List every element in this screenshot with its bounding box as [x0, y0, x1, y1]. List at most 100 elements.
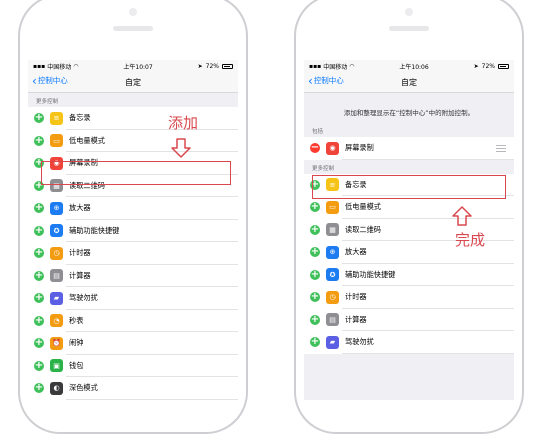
control-row-battery[interactable]: + ▭ 低电量模式 — [304, 196, 514, 219]
front-camera — [405, 8, 413, 16]
control-label: 放大器 — [345, 247, 367, 257]
back-label: 控制中心 — [313, 76, 344, 85]
section-header-include: 包括 — [312, 129, 324, 135]
calculator-icon: ▤ — [50, 269, 63, 283]
description-text: 添加和整理显示在“控制中心”中的附加控制。 — [343, 109, 475, 117]
add-button[interactable]: + — [310, 269, 320, 280]
highlight-box-screen-record-right — [312, 175, 506, 199]
control-row-magnifier[interactable]: + ⊕ 放大器 — [28, 197, 238, 220]
more-controls-list: + ≡ 备忘录 + ▭ 低电量模式 + ▦ 读取二维码 + ⊕ 放大器 + ✪ 辅助功能快捷键 + ◷ 计时器 + ▤… — [304, 173, 514, 354]
add-button[interactable]: + — [34, 293, 44, 304]
status-bar: ▪▪▪ 中国移动 ◠ 上午10:07 ➤ 72% — [28, 60, 238, 72]
control-label: 放大器 — [69, 203, 91, 213]
magnifier-icon: ⊕ — [326, 245, 339, 259]
section-header-more: 更多控制 — [312, 165, 335, 172]
wallet-icon: ▣ — [50, 359, 63, 373]
battery-icon — [497, 63, 509, 69]
notes-icon: ≡ — [50, 111, 63, 125]
carrier-label: 中国移动 — [47, 63, 72, 71]
add-button[interactable]: + — [34, 225, 44, 236]
back-button[interactable]: ‹ 控制中心 — [32, 75, 68, 87]
add-button[interactable]: + — [310, 247, 320, 258]
chevron-left-icon: ‹ — [308, 73, 313, 88]
control-label: 计时器 — [69, 248, 91, 258]
earpiece-speaker — [389, 26, 429, 31]
add-button[interactable]: + — [34, 315, 44, 326]
control-row-accessibility[interactable]: + ✪ 辅助功能快捷键 — [304, 263, 514, 286]
add-button[interactable]: + — [34, 135, 44, 146]
left-screen: ▪▪▪ 中国移动 ◠ 上午10:07 ➤ 72% ‹ 控制中心 自定 更多控制 … — [28, 60, 238, 400]
control-row-accessibility[interactable]: + ✪ 辅助功能快捷键 — [28, 219, 238, 242]
back-button[interactable]: ‹ 控制中心 — [308, 73, 344, 88]
control-label: 驾驶勿扰 — [345, 337, 374, 347]
control-row-calculator[interactable]: + ▤ 计算器 — [28, 264, 238, 287]
control-label: 深色模式 — [69, 383, 98, 393]
control-label: 辅助功能快捷键 — [69, 225, 120, 235]
control-row-alarm[interactable]: + ⏰ 闹钟 — [28, 332, 238, 355]
add-button[interactable]: + — [34, 383, 44, 394]
control-row-notes[interactable]: + ≡ 备忘录 — [28, 107, 238, 130]
carrier-label: 中国移动 — [323, 63, 348, 71]
navigation-bar: ‹ 控制中心 自定 — [28, 72, 238, 93]
control-row-wallet[interactable]: + ▣ 钱包 — [28, 354, 238, 377]
wifi-icon: ◠ — [73, 62, 79, 70]
control-label: 闹钟 — [69, 338, 84, 348]
control-label: 钱包 — [69, 360, 84, 370]
stopwatch-icon: ◔ — [50, 314, 63, 328]
status-time: 上午10:07 — [123, 63, 153, 71]
status-bar: ▪▪▪ 中国移动 ◠ 上午10:06 ➤ 72% — [304, 60, 514, 72]
add-button[interactable]: + — [310, 314, 320, 325]
add-button[interactable]: + — [310, 337, 320, 348]
control-label: 低电量模式 — [69, 135, 105, 145]
control-row-record[interactable]: − ◉ 屏幕录制 — [304, 137, 514, 160]
control-row-stopwatch[interactable]: + ◔ 秒表 — [28, 309, 238, 332]
add-button[interactable]: + — [310, 202, 320, 213]
control-label: 计算器 — [69, 270, 91, 280]
battery-icon — [221, 63, 233, 69]
section-header-more: 更多控制 — [36, 99, 59, 105]
reorder-handle-icon[interactable] — [496, 145, 506, 154]
add-button[interactable]: + — [310, 292, 320, 303]
add-button[interactable]: + — [34, 270, 44, 281]
add-button[interactable]: + — [34, 203, 44, 214]
darkmode-icon: ◐ — [50, 381, 63, 395]
page-title: 自定 — [401, 77, 417, 87]
add-button[interactable]: + — [34, 338, 44, 349]
control-label: 秒表 — [69, 315, 84, 325]
add-button[interactable]: + — [310, 224, 320, 235]
qrcode-icon: ▦ — [326, 223, 339, 237]
annotation-done: 完成 — [455, 231, 486, 249]
navigation-bar: ‹ 控制中心 自定 — [304, 72, 514, 93]
annotation-add: 添加 — [168, 114, 199, 132]
remove-button[interactable]: − — [310, 143, 320, 154]
control-row-car[interactable]: + ▰ 驾驶勿扰 — [28, 287, 238, 310]
more-controls-list: + ≡ 备忘录 + ▭ 低电量模式 + ◉ 屏幕录制 + ▦ 读取二维码 + ⊕ 放大器 + ✪ 辅助功能快捷键 +… — [28, 107, 238, 400]
control-row-car[interactable]: + ▰ 驾驶勿扰 — [304, 331, 514, 354]
battery-percent: 72% — [205, 62, 219, 70]
arrow-up-icon — [452, 206, 472, 226]
wifi-icon: ◠ — [349, 62, 355, 70]
signal-icon: ▪▪▪ — [309, 62, 322, 70]
control-row-battery[interactable]: + ▭ 低电量模式 — [28, 129, 238, 152]
control-row-darkmode[interactable]: + ◐ 深色模式 — [28, 377, 238, 400]
control-row-calculator[interactable]: + ▤ 计算器 — [304, 308, 514, 331]
left-phone-frame: ▪▪▪ 中国移动 ◠ 上午10:07 ➤ 72% ‹ 控制中心 自定 更多控制 … — [18, 0, 248, 434]
control-label: 读取二维码 — [345, 224, 381, 234]
record-icon: ◉ — [326, 141, 339, 155]
arrow-down-icon — [171, 138, 191, 158]
add-button[interactable]: + — [34, 113, 44, 124]
car-icon: ▰ — [50, 291, 63, 305]
car-icon: ▰ — [326, 335, 339, 349]
timer-icon: ◷ — [326, 290, 339, 304]
control-label: 低电量模式 — [345, 202, 381, 212]
status-time: 上午10:06 — [399, 63, 429, 71]
page-title: 自定 — [125, 77, 141, 87]
add-button[interactable]: + — [34, 360, 44, 371]
control-row-timer[interactable]: + ◷ 计时器 — [28, 242, 238, 265]
control-label: 辅助功能快捷键 — [345, 269, 396, 279]
add-button[interactable]: + — [34, 248, 44, 259]
included-controls-list: − ◉ 屏幕录制 — [304, 137, 514, 160]
location-icon: ➤ — [473, 62, 479, 70]
control-row-timer[interactable]: + ◷ 计时器 — [304, 286, 514, 309]
battery-percent: 72% — [481, 62, 495, 70]
